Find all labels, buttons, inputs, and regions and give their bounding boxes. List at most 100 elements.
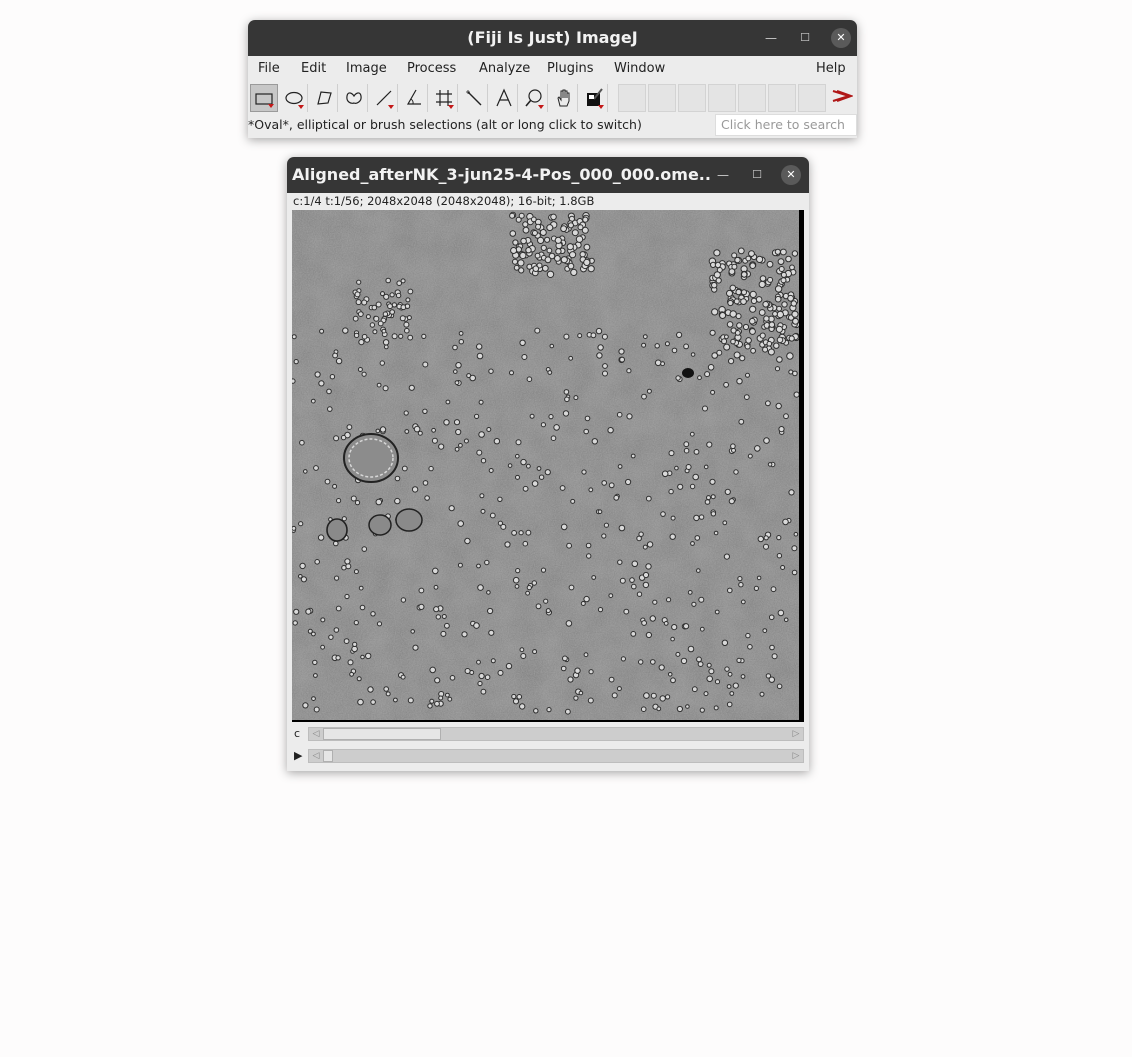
empty-tool-slot[interactable] [708,84,736,112]
cell [327,406,333,412]
cell [775,325,783,333]
cell [464,537,471,545]
cell [333,435,340,442]
cell [317,534,325,541]
cell [591,438,598,445]
maximize-button[interactable]: ☐ [793,20,817,56]
cell [590,332,597,339]
channel-scrollbar-thumb[interactable] [323,728,441,740]
cell [724,666,730,672]
menu-analyze[interactable]: Analyze [479,56,530,82]
cell [674,465,679,471]
empty-tool-slot[interactable] [618,84,646,112]
cell [611,692,618,699]
menu-edit[interactable]: Edit [301,56,326,82]
text-tool[interactable] [490,84,518,112]
cell [585,542,592,549]
scroll-left-icon[interactable]: ◁ [309,728,323,740]
cell [791,545,798,552]
frame-scrollbar-thumb[interactable] [323,750,333,762]
menu-window[interactable]: Window [614,56,665,82]
empty-tool-slot[interactable] [648,84,676,112]
menu-process[interactable]: Process [407,56,456,82]
cell [536,466,542,471]
cell [532,265,540,273]
cell [487,607,494,615]
cell [567,676,574,683]
cell [515,439,522,446]
close-button[interactable]: ✕ [781,165,801,185]
channel-slider[interactable]: c ◁ ▷ [292,726,804,742]
color-picker-tool[interactable] [580,84,608,112]
play-icon[interactable]: ▶ [294,748,302,764]
cell [676,705,683,713]
cell [560,256,568,264]
empty-tool-slot[interactable] [678,84,706,112]
oval-tool[interactable] [280,84,308,112]
wand-icon [465,90,481,106]
polygon-tool[interactable] [310,84,338,112]
cell [393,697,398,703]
cell [457,562,463,568]
wand-tool[interactable] [460,84,488,112]
menu-help[interactable]: Help [816,56,846,82]
menu-image[interactable]: Image [346,56,387,82]
cell [670,515,676,521]
angle-tool[interactable] [400,84,428,112]
cell [691,601,697,607]
cell [333,627,340,633]
cell [554,236,562,244]
cell [758,280,766,289]
more-tools-switch[interactable] [829,84,855,112]
menu-file[interactable]: File [258,56,280,82]
scroll-right-icon[interactable]: ▷ [789,728,803,740]
cell [520,653,527,659]
cell [477,584,484,591]
channel-scrollbar-track[interactable]: ◁ ▷ [308,727,804,741]
multipoint-tool[interactable] [430,84,458,112]
cell [356,676,362,682]
maximize-button[interactable]: ☐ [745,157,769,193]
cell [407,697,414,704]
cell [753,585,759,591]
cell [730,338,736,345]
cell [698,514,705,520]
cell [532,649,538,655]
hand-tool[interactable] [550,84,578,112]
scroll-right-icon[interactable]: ▷ [789,750,803,762]
cell [444,622,450,629]
cell [562,655,568,662]
frame-scrollbar-track[interactable]: ◁ ▷ [308,749,804,763]
frame-slider[interactable]: ▶ ◁ ▷ [292,748,804,764]
empty-tool-slot[interactable] [768,84,796,112]
close-button[interactable]: ✕ [831,28,851,48]
rectangle-tool[interactable] [250,84,278,112]
cell [520,237,527,245]
cell [704,499,711,505]
freehand-tool[interactable] [340,84,368,112]
line-tool[interactable] [370,84,398,112]
cell [399,315,406,322]
empty-tool-slot[interactable] [738,84,766,112]
cell [641,620,648,626]
cell [762,301,770,308]
cell [650,692,657,699]
cell [488,468,494,473]
microscopy-image[interactable] [292,210,799,720]
minimize-button[interactable]: — [711,157,735,193]
cell [588,669,594,675]
cell [654,359,662,367]
cell [545,608,551,614]
search-input[interactable]: Click here to search [715,114,857,136]
magnifier-tool[interactable] [520,84,548,112]
scroll-left-icon[interactable]: ◁ [309,750,323,762]
cell [355,299,362,306]
cell [509,212,516,219]
cell [631,560,639,568]
empty-tool-slot[interactable] [798,84,826,112]
menu-plugins[interactable]: Plugins [547,56,594,82]
minimize-button[interactable]: — [759,20,783,56]
cell [683,441,690,448]
cell [292,378,296,384]
cell [654,343,660,349]
